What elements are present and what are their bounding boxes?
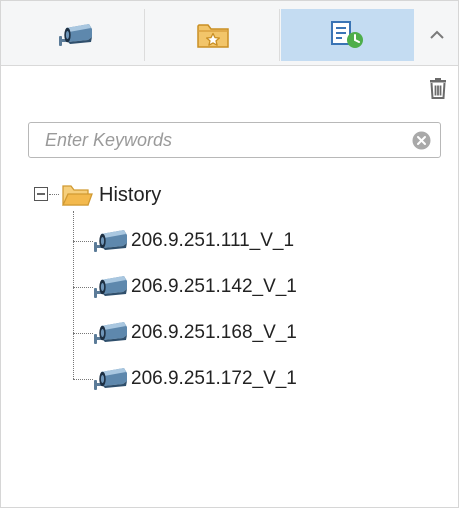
tab-favorites[interactable] bbox=[146, 9, 280, 61]
tree-item-label: 206.9.251.168_V_1 bbox=[131, 322, 297, 343]
clear-search-button[interactable] bbox=[412, 131, 431, 150]
chevron-up-icon bbox=[429, 30, 444, 39]
folder-open-icon bbox=[61, 185, 93, 206]
tree-connector bbox=[73, 240, 93, 242]
camera-icon bbox=[58, 22, 94, 48]
search-box bbox=[28, 122, 441, 158]
collapse-button[interactable] bbox=[415, 9, 458, 61]
clear-icon bbox=[412, 131, 431, 150]
minus-box-icon bbox=[34, 187, 48, 201]
camera-icon bbox=[93, 320, 129, 346]
tree-root-label: History bbox=[99, 183, 162, 206]
trash-icon bbox=[430, 78, 446, 99]
tab-history[interactable] bbox=[281, 9, 414, 61]
tree-item[interactable]: 206.9.251.172_V_1 bbox=[73, 364, 297, 394]
tree-item-label: 206.9.251.172_V_1 bbox=[131, 368, 297, 389]
tree-connector bbox=[73, 332, 93, 334]
tree-item[interactable]: 206.9.251.168_V_1 bbox=[73, 318, 297, 348]
resource-panel: History 206.9.251.111_V_1 206.9.251.142_… bbox=[0, 0, 459, 508]
tree-item[interactable]: 206.9.251.142_V_1 bbox=[73, 272, 297, 302]
search-input[interactable] bbox=[29, 123, 399, 157]
tab-cameras[interactable] bbox=[7, 9, 145, 61]
tree-connector bbox=[73, 286, 93, 288]
tree-root-history[interactable]: History bbox=[61, 181, 161, 209]
favorite-folder-icon bbox=[196, 24, 229, 48]
tree-collapse-toggle[interactable] bbox=[34, 187, 48, 201]
delete-button[interactable] bbox=[427, 77, 449, 99]
camera-icon bbox=[93, 274, 129, 300]
camera-icon bbox=[93, 366, 129, 392]
history-list-icon bbox=[330, 21, 363, 48]
tree-item-label: 206.9.251.142_V_1 bbox=[131, 276, 297, 297]
tree-connector bbox=[73, 378, 93, 380]
tree-connector bbox=[49, 194, 59, 195]
camera-icon bbox=[93, 228, 129, 254]
tree-item[interactable]: 206.9.251.111_V_1 bbox=[73, 226, 294, 256]
tree-item-label: 206.9.251.111_V_1 bbox=[131, 230, 295, 251]
tab-bar bbox=[1, 1, 458, 66]
